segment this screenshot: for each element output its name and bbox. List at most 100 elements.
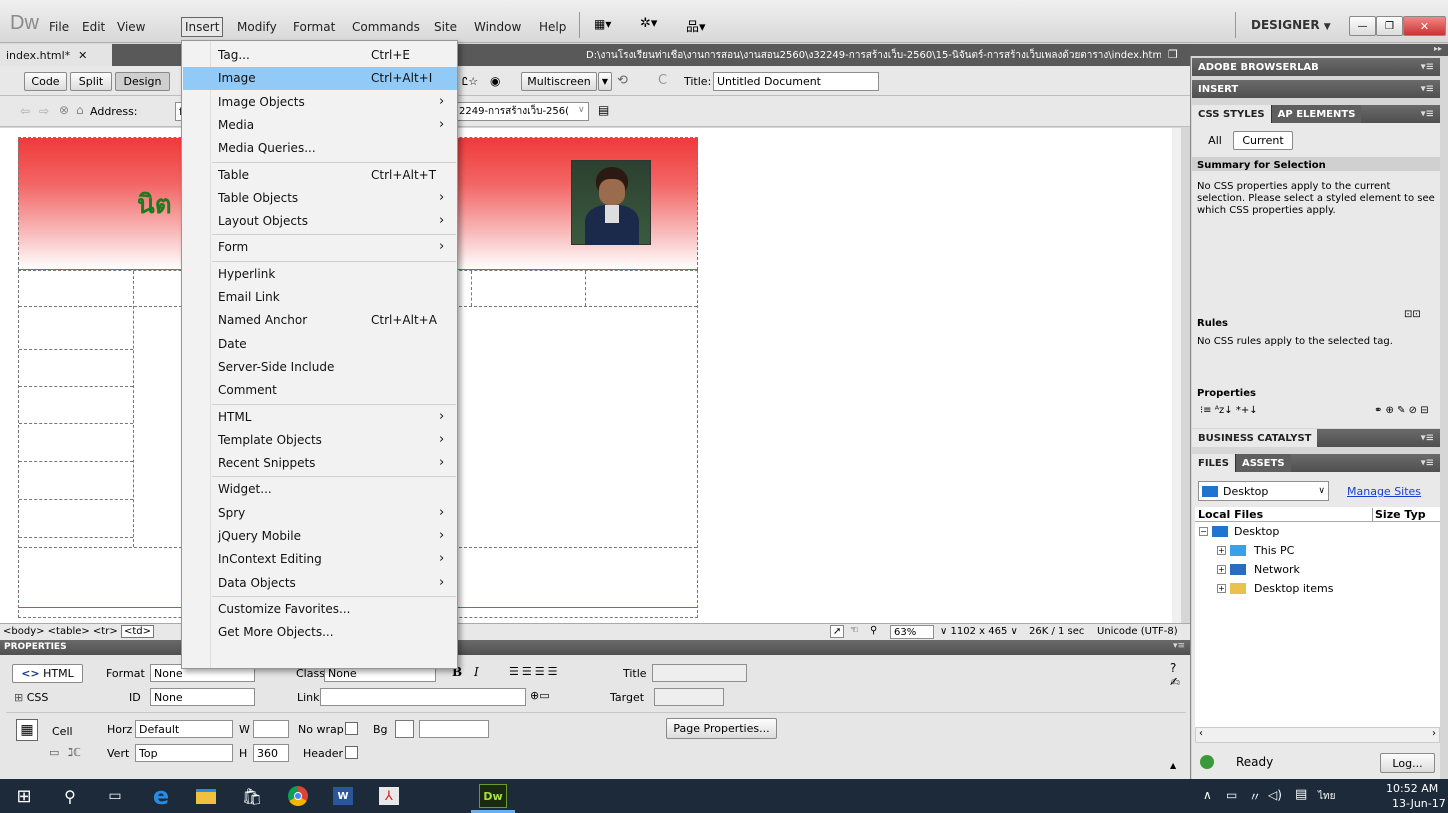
menu-item-incontext-editing[interactable]: InContext Editing › — [183, 548, 457, 571]
edge-icon[interactable]: e — [149, 782, 173, 810]
title-input[interactable]: Untitled Document — [713, 72, 879, 91]
manage-sites-link[interactable]: Manage Sites — [1347, 485, 1421, 498]
target-select[interactable] — [654, 688, 724, 706]
italic-icon[interactable]: I — [474, 665, 479, 679]
menu-item-date[interactable]: Date — [183, 333, 457, 356]
menu-item-email-link[interactable]: Email Link — [183, 286, 457, 309]
menu-item-table[interactable]: Table Ctrl+Alt+T — [183, 164, 457, 187]
rules-toolbar-icons[interactable]: ⊡⊡ — [1404, 309, 1421, 320]
tag-selector[interactable]: <body> <table> <tr> — [3, 626, 118, 637]
menu-commands[interactable]: Commands — [352, 20, 420, 34]
merge-cells-icon[interactable]: ▭ — [49, 746, 59, 759]
zoom-tool-icon[interactable]: ⚲ — [870, 625, 877, 636]
input-language[interactable]: ไทย — [1318, 789, 1335, 804]
bg-color-swatch[interactable] — [395, 720, 414, 738]
expand-icon[interactable]: ▲ — [1170, 761, 1176, 770]
restore-icon[interactable]: ❐ — [1376, 16, 1403, 36]
word-icon[interactable]: W — [331, 785, 355, 807]
menu-item-form[interactable]: Form › — [183, 236, 457, 259]
menu-item-comment[interactable]: Comment — [183, 379, 457, 402]
nowrap-checkbox[interactable] — [345, 722, 358, 735]
menu-item-table-objects[interactable]: Table Objects › — [183, 187, 457, 210]
menu-file[interactable]: File — [49, 20, 69, 34]
properties-menu-icon[interactable]: ▾≡ — [1173, 641, 1185, 651]
menu-item-jquery-mobile[interactable]: jQuery Mobile › — [183, 525, 457, 548]
menu-item-template-objects[interactable]: Template Objects › — [183, 429, 457, 452]
all-mode-button[interactable]: All — [1200, 131, 1230, 150]
store-icon[interactable]: 🛍 — [240, 785, 264, 807]
menu-view[interactable]: View — [117, 20, 145, 34]
task-view-icon[interactable]: ▭ — [103, 785, 127, 807]
workspace-switcher[interactable]: DESIGNER ▼ — [1251, 18, 1331, 32]
split-cells-icon[interactable]: ℷℂ — [68, 746, 81, 759]
zoom-select[interactable]: 63% — [890, 625, 934, 639]
menu-item-get-more-objects[interactable]: Get More Objects... — [183, 621, 457, 644]
menu-item-layout-objects[interactable]: Layout Objects › — [183, 210, 457, 233]
tree-item-this-pc[interactable]: + This PC — [1217, 544, 1294, 557]
current-mode-button[interactable]: Current — [1233, 131, 1293, 150]
menu-item-widget[interactable]: Widget... — [183, 478, 457, 501]
chrome-icon[interactable] — [286, 785, 310, 807]
menu-insert[interactable]: Insert — [181, 17, 224, 37]
hand-tool-icon[interactable]: ☜ — [850, 625, 859, 636]
canvas-scrollbar[interactable] — [1172, 128, 1181, 623]
tree-item-desktop-items[interactable]: + Desktop items — [1217, 582, 1333, 595]
multiscreen-dropdown[interactable]: ▼ — [598, 72, 612, 91]
menu-item-media-queries[interactable]: Media Queries... — [183, 137, 457, 160]
dreamweaver-taskbar-icon[interactable]: Dw — [479, 784, 507, 808]
tray-network-icon[interactable]: ▭ — [1226, 788, 1237, 802]
tray-volume-icon[interactable]: ◁) — [1268, 788, 1282, 802]
design-view-button[interactable]: Design — [115, 72, 170, 91]
horz-select[interactable]: Default — [135, 720, 233, 738]
files-hscrollbar[interactable]: ‹ › — [1195, 727, 1440, 743]
browser-icon[interactable]: ◉ — [490, 74, 500, 88]
restore-doc-icon[interactable]: ❐ — [1168, 48, 1178, 61]
vert-select[interactable]: Top — [135, 744, 233, 762]
size-type-header[interactable]: Size Typ — [1372, 508, 1426, 521]
tray-wifi-icon[interactable]: 〃 — [1249, 788, 1261, 805]
menu-item-tag[interactable]: Tag... Ctrl+E — [183, 44, 457, 67]
address-dropdown-icon[interactable]: ∨ — [578, 105, 585, 115]
tab-business-catalyst[interactable]: BUSINESS CATALYST — [1192, 429, 1318, 447]
home-icon[interactable]: ⌂ — [76, 103, 84, 117]
html-mode-button[interactable]: <> HTML — [12, 664, 83, 683]
gear-icon[interactable]: ✲▾ — [640, 16, 657, 31]
back-icon[interactable]: ⇦ — [20, 104, 30, 118]
document-tab[interactable]: index.html* ✕ — [0, 44, 112, 66]
insert-panel-header[interactable]: INSERT ▾≡ — [1192, 80, 1440, 98]
menu-window[interactable]: Window — [474, 20, 521, 34]
live-icon[interactable]: C — [658, 73, 667, 88]
menu-item-server-side-include[interactable]: Server-Side Include — [183, 356, 457, 379]
page-options-icon[interactable]: ▤ — [598, 103, 609, 117]
menu-format[interactable]: Format — [293, 20, 335, 34]
id-select[interactable]: None — [150, 688, 255, 706]
point-to-file-icon[interactable]: ⊕▭ — [530, 689, 550, 702]
tray-notification-icon[interactable]: ▤ — [1295, 787, 1307, 802]
code-view-button[interactable]: Code — [24, 72, 67, 91]
tab-files[interactable]: FILES — [1192, 454, 1235, 472]
refresh-icon[interactable]: ⟲ — [617, 73, 628, 88]
local-files-header[interactable]: Local Files — [1198, 508, 1263, 521]
width-input[interactable] — [253, 720, 289, 738]
window-size[interactable]: ∨ 1102 x 465 ∨ — [940, 626, 1018, 637]
close-tab-icon[interactable]: ✕ — [78, 49, 87, 62]
search-icon[interactable]: ⚲ — [58, 785, 82, 807]
header-checkbox[interactable] — [345, 746, 358, 759]
site-icon[interactable]: 品▾ — [686, 16, 706, 35]
clock-time[interactable]: 10:52 AM — [1386, 782, 1438, 795]
menu-site[interactable]: Site — [434, 20, 457, 34]
tray-chevron-icon[interactable]: ∧ — [1203, 788, 1212, 802]
log-button[interactable]: Log... — [1380, 753, 1435, 773]
layout-icon[interactable]: ▦▾ — [594, 17, 611, 31]
menu-item-media[interactable]: Media › — [183, 114, 457, 137]
windows-start-icon[interactable]: ⊞ — [12, 785, 36, 807]
link-input[interactable] — [320, 688, 526, 706]
menu-modify[interactable]: Modify — [237, 20, 277, 34]
list-icons[interactable]: ☰☰☰☰ — [509, 665, 560, 678]
help-icon[interactable]: ? — [1170, 661, 1176, 675]
stop-icon[interactable]: ⊗ — [59, 103, 69, 117]
split-view-button[interactable]: Split — [70, 72, 112, 91]
title-prop-input[interactable] — [652, 664, 747, 682]
acrobat-icon[interactable]: ⅄ — [377, 785, 401, 807]
tree-item-desktop[interactable]: − Desktop — [1199, 525, 1279, 538]
